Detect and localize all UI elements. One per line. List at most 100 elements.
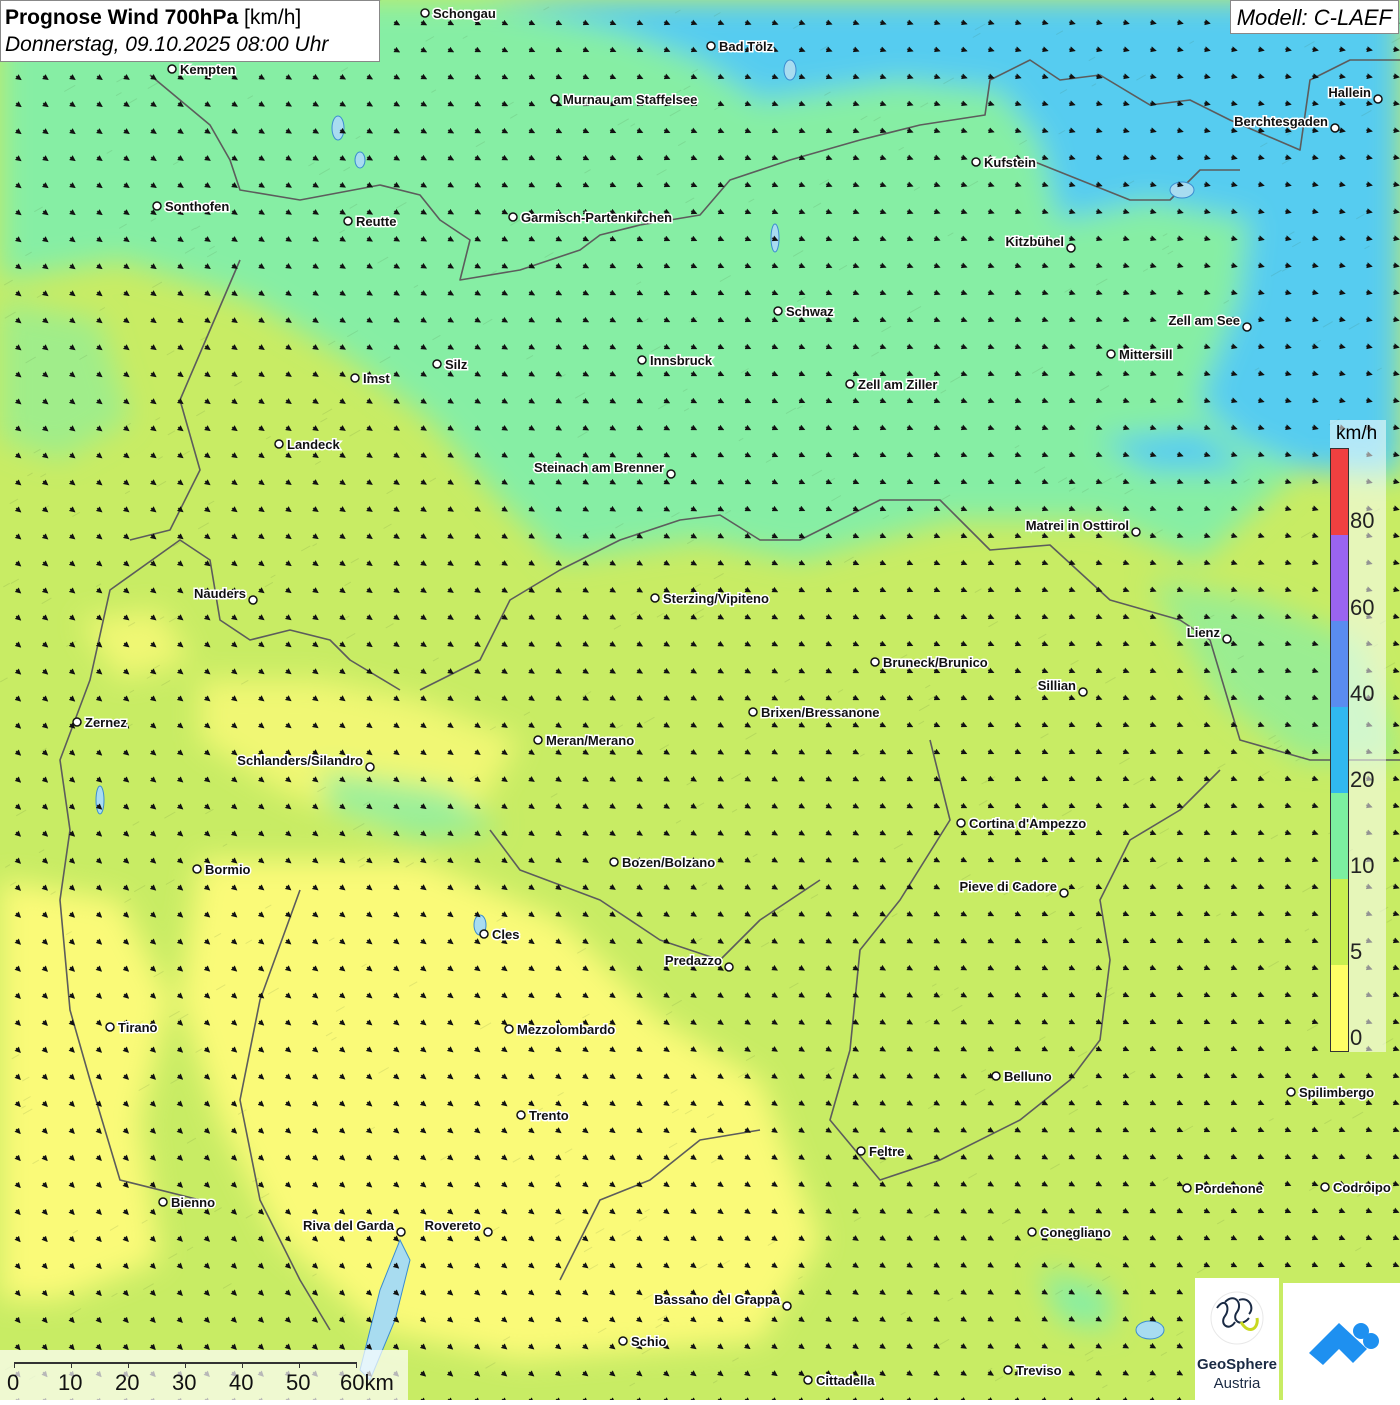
city-label: Pieve di Cadore [959, 879, 1057, 894]
geosphere-austria-logo[interactable]: GeoSphere Austria [1195, 1278, 1279, 1400]
city-label: Nauders [194, 586, 246, 601]
city-dot [856, 1146, 866, 1156]
city-dot [609, 857, 619, 867]
legend-segment-40-60 [1331, 621, 1348, 707]
scale-label-50: 50 [286, 1370, 311, 1395]
city-label: Schwaz [786, 304, 834, 319]
city-dot [956, 818, 966, 828]
weather-app-logo[interactable] [1283, 1283, 1400, 1400]
city-marker: Conegliano [1027, 1224, 1112, 1242]
city-label: Murnau am Staffelsee [563, 92, 697, 107]
city-dot [432, 359, 442, 369]
scale-label-40: 40 [229, 1370, 254, 1395]
city-dot [1003, 1365, 1013, 1375]
city-dot [158, 1197, 168, 1207]
city-dot [1320, 1182, 1330, 1192]
scale-tick [185, 1362, 186, 1368]
geosphere-logo-country: Austria [1213, 1375, 1261, 1392]
wind-map[interactable]: Schongau Bad Tölz Kempten Murnau am Staffel… [0, 0, 1400, 1400]
city-dot [666, 469, 676, 479]
city-label: Bassano del Grappa [654, 1292, 780, 1307]
city-dot [167, 64, 177, 74]
map-title: Prognose Wind 700hPa [5, 6, 239, 29]
city-marker: Meran/Merano [533, 732, 636, 750]
city-dot [650, 593, 660, 603]
city-dot [1373, 94, 1383, 104]
city-dot [1066, 243, 1076, 253]
city-label: Belluno [1004, 1069, 1052, 1084]
city-label: Imst [363, 371, 390, 386]
legend-tick-60: 60 [1350, 595, 1375, 620]
city-label: Innsbruck [650, 353, 713, 368]
scale-tick [356, 1362, 357, 1368]
city-label: Bienno [171, 1195, 215, 1210]
city-dot [637, 355, 647, 365]
city-label: Kempten [180, 62, 236, 77]
city-marker: Zell am Ziller [845, 376, 939, 394]
city-marker: Schongau [420, 5, 497, 23]
city-label: Brixen/Bressanone [761, 705, 880, 720]
city-label: Bruneck/Brunico [883, 655, 988, 670]
city-label: Zell am Ziller [858, 377, 937, 392]
city-dot [1242, 322, 1252, 332]
legend-unit: km/h [1336, 423, 1378, 444]
city-label: Berchtesgaden [1234, 114, 1328, 129]
city-dot [870, 657, 880, 667]
legend-tick-0: 0 [1350, 1025, 1363, 1050]
city-dot [1182, 1183, 1192, 1193]
model-label: Modell: C-LAEF [1229, 0, 1399, 34]
city-marker: Cortina d'Ampezzo [956, 815, 1088, 833]
legend-segment-80plus [1331, 449, 1348, 535]
city-label: Cittadella [816, 1373, 875, 1388]
city-label: Codroipo [1333, 1180, 1391, 1195]
city-label: Mezzolombardo [517, 1022, 615, 1037]
legend-tick-20: 20 [1350, 767, 1375, 792]
city-label: Lienz [1187, 625, 1221, 640]
city-label: Silz [445, 357, 468, 372]
city-label: Sillian [1038, 678, 1076, 693]
city-label: Steinach am Brenner [534, 460, 664, 475]
city-label: Riva del Garda [303, 1218, 395, 1233]
city-dot [845, 379, 855, 389]
city-label: Kitzbühel [1006, 234, 1065, 249]
city-label: Spilimbergo [1299, 1085, 1374, 1100]
city-dot [365, 762, 375, 772]
city-label: Bad Tölz [719, 39, 774, 54]
cloud-arrow-logo-icon [1309, 1323, 1379, 1365]
legend-segment-0-5 [1331, 965, 1348, 1051]
legend-segment-5-10 [1331, 879, 1348, 965]
city-marker: Garmisch-Partenkirchen [508, 209, 674, 227]
city-dot [72, 717, 82, 727]
city-dot [396, 1227, 406, 1237]
city-dot [618, 1336, 628, 1346]
legend-tick-80: 80 [1350, 508, 1375, 533]
legend-tick-10: 10 [1350, 853, 1375, 878]
city-marker: Bozen/Bolzano [609, 854, 717, 872]
city-dot [479, 929, 489, 939]
city-label: Mittersill [1119, 347, 1172, 362]
city-label: Conegliano [1040, 1225, 1111, 1240]
scale-label-20: 20 [115, 1370, 140, 1395]
city-label: Matrei in Osttirol [1026, 518, 1129, 533]
legend-segment-20-40 [1331, 707, 1348, 793]
color-legend: km/h 80 60 40 20 10 5 0 [1330, 420, 1386, 1052]
city-marker: Sterzing/Vipiteno [650, 590, 770, 608]
city-marker: Mezzolombardo [504, 1021, 617, 1039]
geosphere-logo-name: GeoSphere [1196, 1356, 1278, 1373]
city-marker: Sonthofen [152, 198, 231, 216]
city-dot [1027, 1227, 1037, 1237]
city-dot [1330, 123, 1340, 133]
city-dot [516, 1110, 526, 1120]
city-marker: Bruneck/Brunico [870, 654, 989, 672]
legend-segment-60-80 [1331, 535, 1348, 621]
scale-tick [71, 1362, 72, 1368]
city-dot [773, 306, 783, 316]
scale-label-0: 0 [7, 1370, 20, 1395]
city-dot [504, 1024, 514, 1034]
city-dot [724, 962, 734, 972]
scale-bar: 0 10 20 30 40 50 60km [0, 1350, 408, 1400]
city-dot [782, 1301, 792, 1311]
city-dot [1131, 527, 1141, 537]
scale-label-10: 10 [58, 1370, 83, 1395]
city-dot [274, 439, 284, 449]
